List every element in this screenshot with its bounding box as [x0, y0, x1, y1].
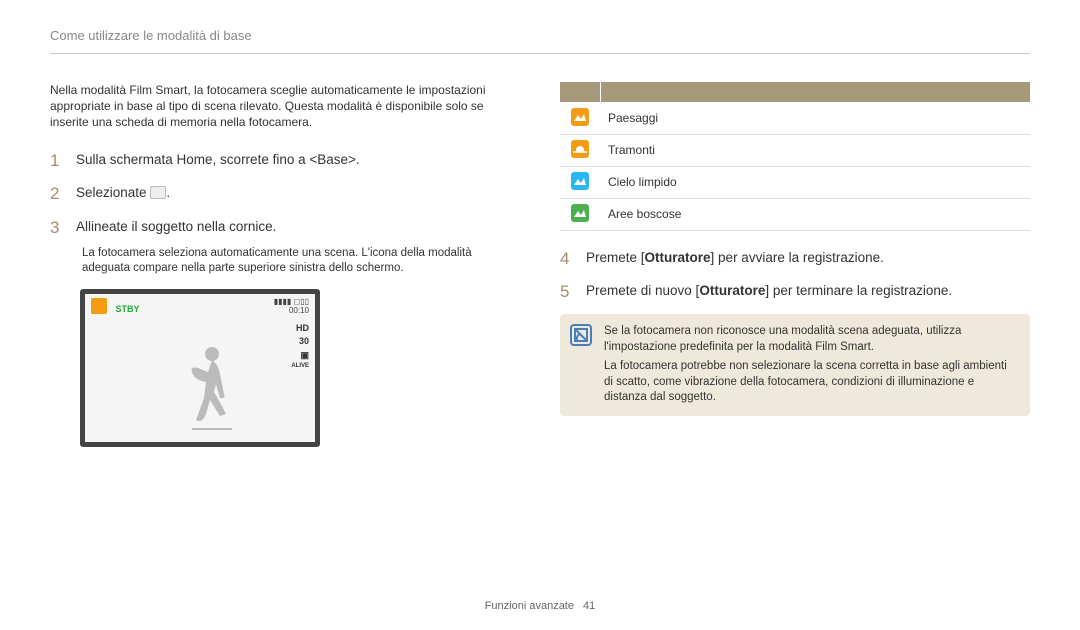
landscape-icon	[571, 108, 589, 126]
footer-page: 41	[583, 600, 595, 612]
step-num-1: 1	[50, 149, 64, 173]
step-4-text: Premete [Otturatore] per avviare la regi…	[586, 247, 884, 271]
alive-label: ALIVE	[291, 362, 309, 371]
note-box: Se la fotocamera non riconosce una modal…	[560, 314, 1030, 416]
step-1-text: Sulla schermata Home, scorrete fino a <B…	[76, 149, 360, 173]
fps-label: 30	[291, 335, 309, 349]
table-row: Paesaggi	[560, 102, 1030, 134]
skater-silhouette-icon	[186, 344, 238, 434]
scene-badge-icon	[91, 298, 107, 314]
camera-preview: STBY ▮▮▮▮ ◻▯▯ 00:10 HD 30 ▣ ALIVE	[80, 289, 320, 447]
step-4: 4 Premete [Otturatore] per avviare la re…	[560, 247, 1030, 271]
stabilizer-icon: ▣	[291, 349, 309, 363]
left-column: Nella modalità Film Smart, la fotocamera…	[50, 82, 520, 447]
table-row: Tramonti	[560, 134, 1030, 166]
step-num-4: 4	[560, 247, 574, 271]
table-row: Aree boscose	[560, 198, 1030, 230]
intro-text: Nella modalità Film Smart, la fotocamera…	[50, 82, 520, 131]
step-5-text: Premete di nuovo [Otturatore] per termin…	[586, 280, 952, 304]
step-num-3: 3	[50, 216, 64, 240]
step-3: 3 Allineate il soggetto nella cornice.	[50, 216, 520, 240]
step-2: 2 Selezionate .	[50, 182, 520, 206]
table-row: Cielo limpido	[560, 166, 1030, 198]
stby-label: STBY	[116, 304, 140, 314]
sunset-icon	[571, 140, 589, 158]
header-title: Come utilizzare le modalità di base	[50, 28, 252, 43]
content-columns: Nella modalità Film Smart, la fotocamera…	[50, 82, 1030, 447]
step-1: 1 Sulla schermata Home, scorrete fino a …	[50, 149, 520, 173]
step-num-5: 5	[560, 280, 574, 304]
footer-section: Funzioni avanzate	[485, 600, 574, 612]
scene-label: Tramonti	[600, 134, 1030, 166]
table-header-icon-col	[560, 82, 600, 102]
sky-icon	[571, 172, 589, 190]
note-icon	[570, 324, 592, 346]
scene-label: Paesaggi	[600, 102, 1030, 134]
camera-side-labels: HD 30 ▣ ALIVE	[291, 322, 309, 372]
right-column: Paesaggi Tramonti Cielo limpido Aree bos…	[560, 82, 1030, 447]
camera-status-icons: ▮▮▮▮ ◻▯▯ 00:10	[274, 298, 309, 316]
shutter-key: Otturatore	[699, 283, 765, 298]
step-3-text: Allineate il soggetto nella cornice.	[76, 216, 276, 240]
camera-top-bar: STBY ▮▮▮▮ ◻▯▯ 00:10	[91, 298, 309, 316]
note-line-1: Se la fotocamera non riconosce una modal…	[604, 324, 1018, 355]
scene-label: Cielo limpido	[600, 166, 1030, 198]
step-num-2: 2	[50, 182, 64, 206]
page-header: Come utilizzare le modalità di base	[50, 28, 1030, 54]
table-header-label-col	[600, 82, 1030, 102]
scene-label: Aree boscose	[600, 198, 1030, 230]
forest-icon	[571, 204, 589, 222]
step-3-sub: La fotocamera seleziona automaticamente …	[82, 246, 520, 277]
step-2-text: Selezionate .	[76, 182, 170, 206]
scene-table: Paesaggi Tramonti Cielo limpido Aree bos…	[560, 82, 1030, 231]
page-footer: Funzioni avanzate 41	[0, 600, 1080, 612]
step-5: 5 Premete di nuovo [Otturatore] per term…	[560, 280, 1030, 304]
note-line-2: La fotocamera potrebbe non selezionare l…	[604, 359, 1018, 406]
hd-label: HD	[291, 322, 309, 336]
mode-icon	[150, 186, 166, 199]
shutter-key: Otturatore	[645, 250, 711, 265]
